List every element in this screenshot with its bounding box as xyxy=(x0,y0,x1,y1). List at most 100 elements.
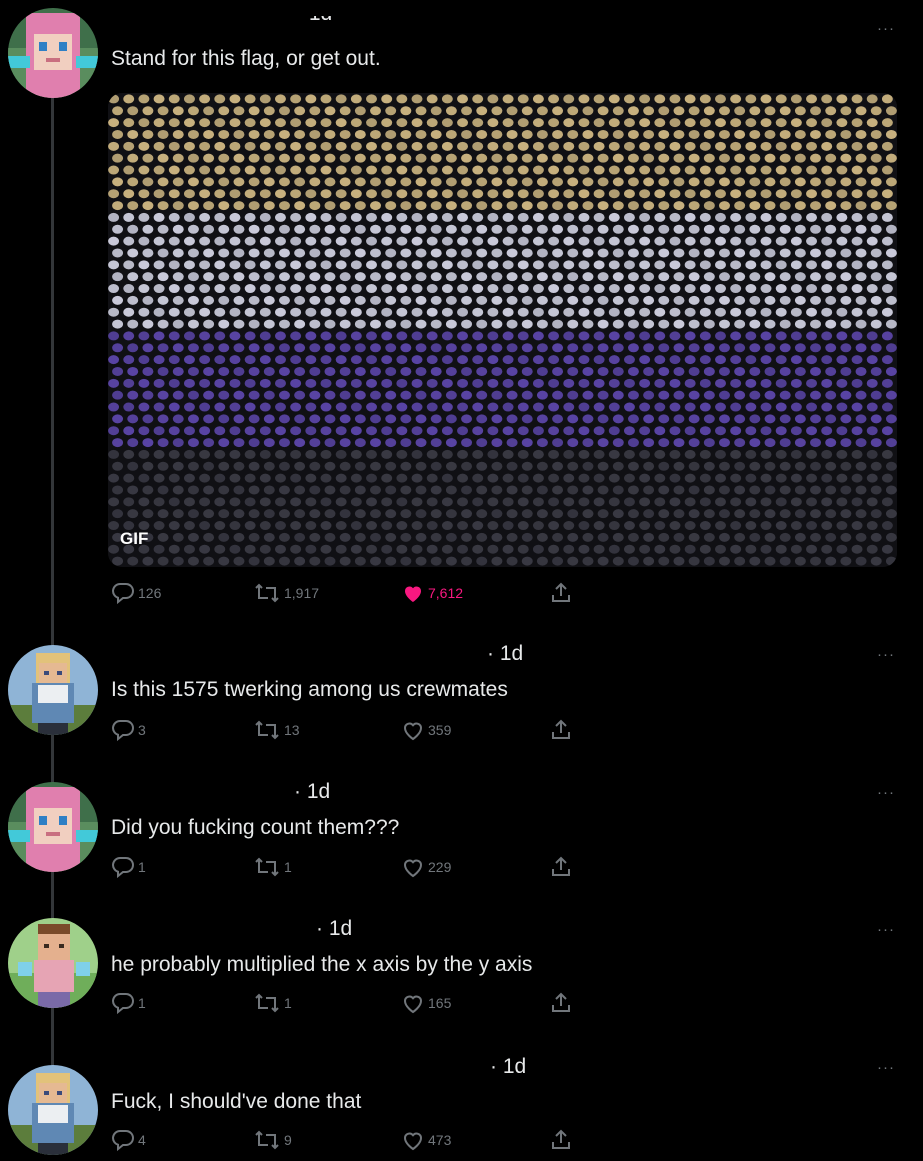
reply-count: 3 xyxy=(138,722,146,738)
flag-sprite xyxy=(760,331,772,341)
flag-sprite xyxy=(502,521,514,531)
flag-sprite xyxy=(472,94,484,104)
flag-sprite xyxy=(563,378,575,388)
flag-sprite xyxy=(476,414,488,424)
tweet-timestamp[interactable]: · 1d xyxy=(296,16,332,26)
share-button[interactable] xyxy=(549,718,573,742)
flag-sprite xyxy=(821,94,833,104)
tweet-timestamp[interactable]: · 1d xyxy=(294,780,330,804)
flag-sprite xyxy=(415,224,427,234)
flag-sprite xyxy=(354,248,366,258)
flag-sprite xyxy=(218,319,230,329)
flag-sprite xyxy=(244,544,256,554)
flag-sprite xyxy=(366,307,377,317)
pink-hair-minecraft-avatar-icon[interactable] xyxy=(8,782,98,872)
flag-sprite xyxy=(244,497,256,507)
like-button[interactable]: 473 xyxy=(401,1128,451,1152)
reply-button[interactable]: 1 xyxy=(111,991,146,1015)
flag-sprite xyxy=(123,473,135,483)
flag-sprite xyxy=(309,438,321,448)
flag-sprite xyxy=(836,212,848,222)
flag-sprite xyxy=(699,426,711,436)
flag-sprite xyxy=(639,544,651,554)
flag-sprite xyxy=(476,343,488,353)
flag-sprite xyxy=(461,224,473,234)
pink-hair-minecraft-avatar-icon[interactable] xyxy=(8,8,98,98)
flag-sprite xyxy=(294,343,306,353)
flag-sprite xyxy=(582,272,594,282)
flag-sprite xyxy=(885,295,897,305)
flag-sprite xyxy=(794,509,806,519)
flag-sprite xyxy=(142,461,154,471)
more-options-icon[interactable]: ··· xyxy=(877,20,895,37)
flag-sprite xyxy=(734,319,746,329)
reply-button[interactable]: 1 xyxy=(111,855,146,879)
flag-sprite xyxy=(521,224,533,234)
flag-sprite xyxy=(502,165,514,175)
flag-sprite xyxy=(582,248,594,258)
flag-sprite xyxy=(411,402,423,412)
flag-sprite xyxy=(608,378,620,388)
flag-sprite xyxy=(593,331,605,341)
flag-sprite xyxy=(719,177,730,187)
like-button[interactable]: 7,612 xyxy=(401,581,463,605)
flag-sprite xyxy=(794,556,806,566)
flag-sprite xyxy=(563,521,575,531)
flag-sprite xyxy=(233,224,245,234)
retweet-button[interactable]: 9 xyxy=(253,1128,292,1152)
tweet-timestamp[interactable]: · 1d xyxy=(316,917,352,941)
retweet-button[interactable]: 13 xyxy=(253,718,300,742)
flag-sprite xyxy=(263,129,275,139)
flag-sprite xyxy=(825,272,837,282)
tweet-gif-media[interactable]: GIF xyxy=(108,93,897,567)
flag-sprite xyxy=(764,177,776,187)
tweet-timestamp[interactable]: · 1d xyxy=(490,1055,526,1079)
flag-sprite xyxy=(806,521,818,531)
more-options-icon[interactable]: ··· xyxy=(877,646,895,663)
flag-sprite xyxy=(350,284,362,294)
flag-sprite xyxy=(112,201,124,211)
blonde-minecraft-avatar-icon[interactable] xyxy=(8,645,98,735)
flag-sprite xyxy=(688,319,700,329)
reply-button[interactable]: 4 xyxy=(111,1128,146,1152)
flag-sprite xyxy=(142,177,154,187)
flag-sprite xyxy=(851,426,863,436)
reply-button[interactable]: 126 xyxy=(111,581,161,605)
flag-sprite xyxy=(305,212,317,222)
flag-sprite xyxy=(168,544,180,554)
share-button[interactable] xyxy=(549,991,573,1015)
flag-sprite xyxy=(582,461,594,471)
flag-sprite xyxy=(745,236,757,246)
flag-sprite xyxy=(294,390,306,400)
reply-button[interactable]: 3 xyxy=(111,718,146,742)
blonde-minecraft-avatar-icon[interactable] xyxy=(8,1065,98,1155)
brown-hair-minecraft-avatar-icon[interactable] xyxy=(8,918,98,1008)
flag-sprite xyxy=(628,556,639,566)
share-button[interactable] xyxy=(549,581,573,605)
flag-sprite xyxy=(806,118,818,128)
more-options-icon[interactable]: ··· xyxy=(877,921,895,938)
flag-sprite xyxy=(536,106,548,116)
share-button[interactable] xyxy=(549,1128,573,1152)
flag-sprite xyxy=(259,236,271,246)
flag-sprite xyxy=(775,426,787,436)
share-button[interactable] xyxy=(549,855,573,879)
like-button[interactable]: 229 xyxy=(401,855,451,879)
flag-sprite xyxy=(745,260,757,270)
tweet-timestamp[interactable]: · 1d xyxy=(487,642,523,666)
flag-sprite xyxy=(320,260,332,270)
flag-sprite xyxy=(172,201,184,211)
retweet-count: 1 xyxy=(284,995,292,1011)
like-button[interactable]: 359 xyxy=(401,718,451,742)
flag-sprite xyxy=(597,390,609,400)
more-options-icon[interactable]: ··· xyxy=(877,784,895,801)
flag-sprite xyxy=(350,402,362,412)
retweet-button[interactable]: 1 xyxy=(253,991,292,1015)
flag-sprite xyxy=(806,236,818,246)
more-options-icon[interactable]: ··· xyxy=(877,1059,895,1076)
flag-sprite xyxy=(643,129,655,139)
retweet-button[interactable]: 1,917 xyxy=(253,581,319,605)
flag-sprite xyxy=(385,438,397,448)
retweet-button[interactable]: 1 xyxy=(253,855,292,879)
like-button[interactable]: 165 xyxy=(401,991,451,1015)
